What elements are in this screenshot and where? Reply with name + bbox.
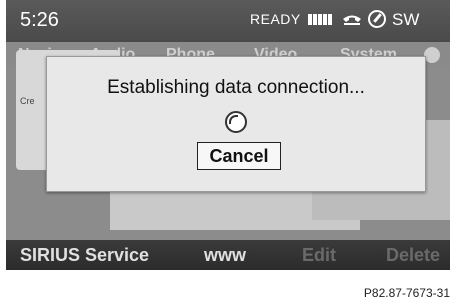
figure-reference-code: P82.87-7673-31 bbox=[363, 286, 450, 300]
head-unit-screen: 5:26 READY SW Navi Audio Phone Video Sys… bbox=[6, 0, 450, 270]
clock: 5:26 bbox=[20, 9, 59, 31]
sirius-service-button[interactable]: SIRIUS Service bbox=[20, 245, 149, 266]
status-bar: 5:26 READY SW bbox=[6, 0, 450, 42]
compass-icon bbox=[368, 10, 386, 28]
www-button[interactable]: www bbox=[204, 245, 246, 266]
background-card-label: Cre bbox=[20, 96, 35, 106]
delete-button[interactable]: Delete bbox=[386, 245, 440, 266]
globe-icon[interactable] bbox=[424, 47, 440, 63]
phone-handset-icon bbox=[343, 15, 361, 25]
dialog-message: Establishing data connection... bbox=[107, 77, 365, 98]
signal-strength-icon bbox=[308, 14, 332, 25]
connection-dialog: Establishing data connection... Cancel bbox=[46, 56, 426, 192]
edit-button[interactable]: Edit bbox=[302, 245, 336, 266]
cancel-button[interactable]: Cancel bbox=[197, 142, 281, 170]
loading-spinner-icon bbox=[225, 111, 247, 133]
bottom-softkey-bar: SIRIUS Service www Edit Delete bbox=[6, 240, 450, 270]
heading-direction: SW bbox=[392, 10, 420, 29]
ready-indicator: READY bbox=[250, 11, 301, 27]
